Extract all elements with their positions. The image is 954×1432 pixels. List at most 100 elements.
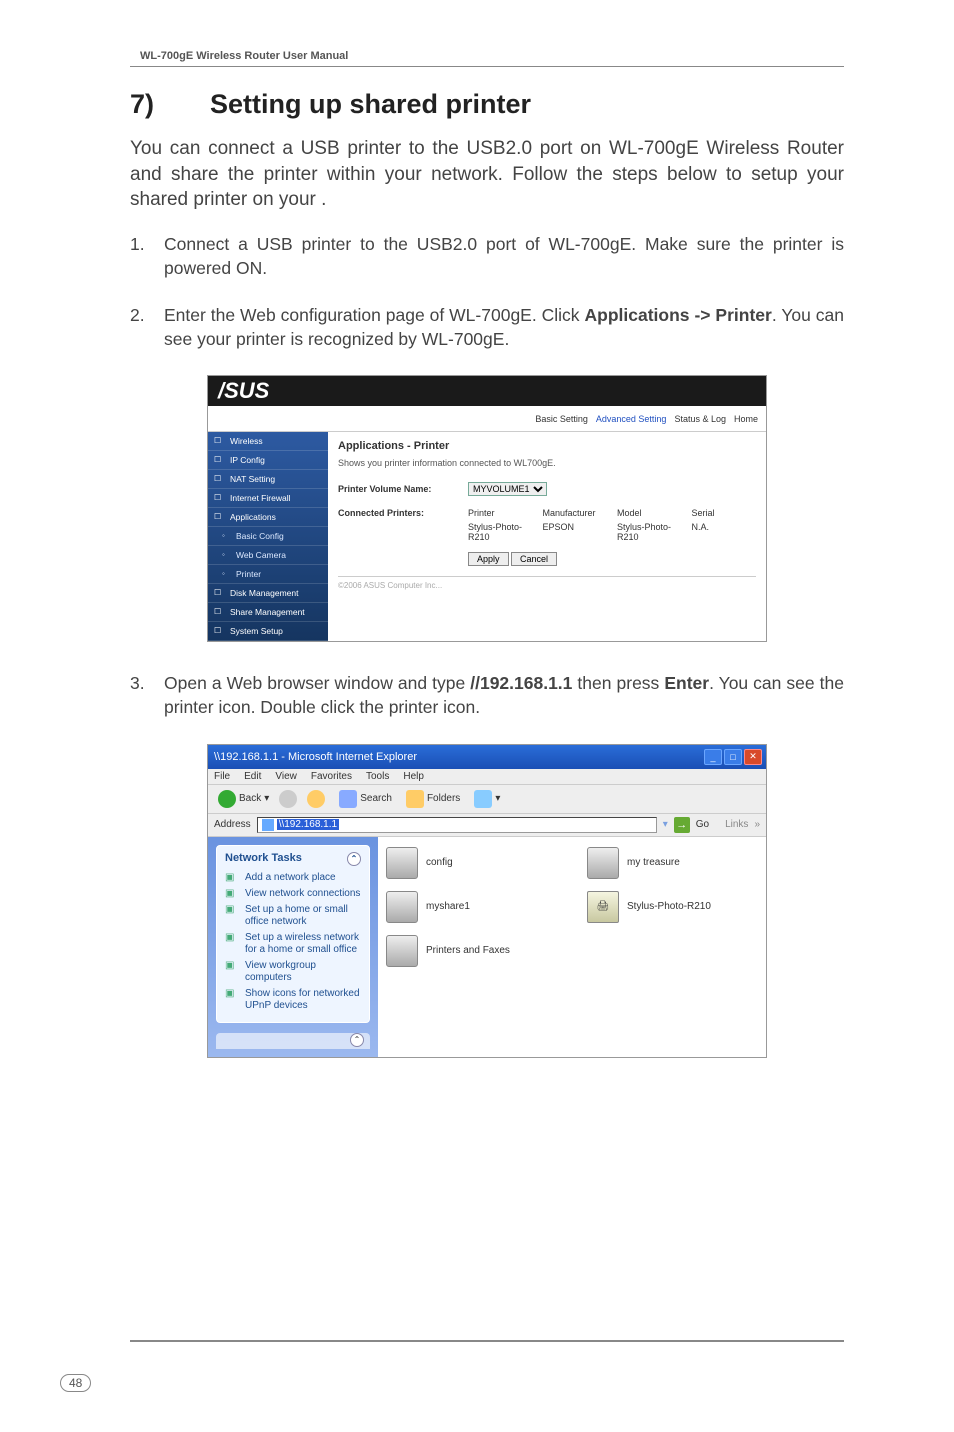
back-icon bbox=[218, 790, 236, 808]
go-button[interactable]: → bbox=[674, 817, 690, 833]
nav-status[interactable]: Status & Log bbox=[674, 414, 726, 424]
printer-stylus[interactable]: 🖨Stylus-Photo-R210 bbox=[587, 891, 758, 923]
menu-help[interactable]: Help bbox=[403, 771, 424, 782]
doc-header: WL-700gE Wireless Router User Manual bbox=[130, 50, 844, 67]
side-pane: Network Tasks ⌃ Add a network place View… bbox=[208, 837, 378, 1057]
task-view-workgroup[interactable]: View workgroup computers bbox=[225, 960, 361, 984]
step-3: Open a Web browser window and type //192… bbox=[130, 672, 844, 719]
cancel-button[interactable]: Cancel bbox=[511, 552, 557, 566]
address-label: Address bbox=[214, 819, 251, 830]
side-nat[interactable]: NAT Setting bbox=[208, 470, 328, 489]
panel-heading: Applications - Printer bbox=[338, 440, 756, 452]
toolbar: Back ▾ Search Folders ▾ bbox=[208, 785, 766, 814]
folders-icon bbox=[406, 790, 424, 808]
step3-bold-key: Enter bbox=[664, 673, 709, 693]
apply-button[interactable]: Apply bbox=[468, 552, 509, 566]
folder-up-icon bbox=[307, 790, 325, 808]
panel-title: Network Tasks bbox=[225, 852, 302, 866]
share-mytreasure[interactable]: my treasure bbox=[587, 847, 758, 879]
links-label[interactable]: Links bbox=[725, 819, 748, 830]
menu-tools[interactable]: Tools bbox=[366, 771, 389, 782]
side-ipconfig[interactable]: IP Config bbox=[208, 451, 328, 470]
printer-icon: 🖨 bbox=[587, 891, 619, 923]
cell-printer: Stylus-Photo-R210 bbox=[468, 522, 533, 542]
side-share[interactable]: Share Management bbox=[208, 603, 328, 622]
title-text: Setting up shared printer bbox=[210, 89, 531, 119]
step3-bold-address: //192.168.1.1 bbox=[470, 673, 572, 693]
close-icon[interactable]: ✕ bbox=[744, 749, 762, 765]
side-firewall[interactable]: Internet Firewall bbox=[208, 489, 328, 508]
menu-view[interactable]: View bbox=[275, 771, 297, 782]
title-number: 7) bbox=[130, 89, 210, 120]
views-button[interactable]: ▾ bbox=[470, 788, 504, 810]
side-applications[interactable]: Applications bbox=[208, 508, 328, 527]
screenshot-explorer: \\192.168.1.1 - Microsoft Internet Explo… bbox=[207, 744, 767, 1058]
up-button[interactable] bbox=[303, 788, 329, 810]
connected-label: Connected Printers: bbox=[338, 508, 458, 518]
share-icon bbox=[386, 847, 418, 879]
task-view-conn[interactable]: View network connections bbox=[225, 888, 361, 900]
computer-icon bbox=[262, 819, 274, 831]
top-nav: Basic Setting Advanced Setting Status & … bbox=[208, 406, 766, 432]
side-printer[interactable]: Printer bbox=[208, 565, 328, 584]
copyright: ©2006 ASUS Computer Inc... bbox=[338, 576, 756, 590]
page-title: 7)Setting up shared printer bbox=[130, 89, 844, 120]
printers-faxes[interactable]: Printers and Faxes bbox=[386, 935, 557, 967]
search-button[interactable]: Search bbox=[335, 788, 396, 810]
col-serial: Serial bbox=[692, 508, 757, 518]
menu-bar: File Edit View Favorites Tools Help bbox=[208, 769, 766, 785]
icon-pane: config my treasure myshare1 🖨Stylus-Phot… bbox=[378, 837, 766, 1057]
cell-model: Stylus-Photo-R210 bbox=[617, 522, 682, 542]
task-show-upnp[interactable]: Show icons for networked UPnP devices bbox=[225, 988, 361, 1012]
task-setup-wireless[interactable]: Set up a wireless network for a home or … bbox=[225, 932, 361, 956]
folders-button[interactable]: Folders bbox=[402, 788, 464, 810]
page-number: 48 bbox=[60, 1374, 91, 1392]
window-title: \\192.168.1.1 - Microsoft Internet Explo… bbox=[214, 751, 417, 763]
maximize-icon[interactable]: □ bbox=[724, 749, 742, 765]
task-setup-home[interactable]: Set up a home or small office network bbox=[225, 904, 361, 928]
steps-list: Connect a USB printer to the USB2.0 port… bbox=[130, 233, 844, 352]
go-label: Go bbox=[696, 819, 709, 830]
address-bar: Address \\192.168.1.1 ▾ → Go Links » bbox=[208, 814, 766, 837]
network-tasks-panel: Network Tasks ⌃ Add a network place View… bbox=[216, 845, 370, 1023]
share-icon bbox=[587, 847, 619, 879]
menu-file[interactable]: File bbox=[214, 771, 230, 782]
col-manufacturer: Manufacturer bbox=[543, 508, 608, 518]
col-model: Model bbox=[617, 508, 682, 518]
side-system[interactable]: System Setup bbox=[208, 622, 328, 641]
asus-logo: /SUS bbox=[208, 376, 766, 406]
task-add-place[interactable]: Add a network place bbox=[225, 872, 361, 884]
address-field[interactable]: \\192.168.1.1 bbox=[257, 817, 657, 833]
share-config[interactable]: config bbox=[386, 847, 557, 879]
cell-serial: N.A. bbox=[692, 522, 757, 542]
address-value: \\192.168.1.1 bbox=[277, 819, 339, 830]
step-2: Enter the Web configuration page of WL-7… bbox=[130, 304, 844, 351]
nav-advanced[interactable]: Advanced Setting bbox=[596, 414, 667, 424]
collapse-icon[interactable]: ⌃ bbox=[347, 852, 361, 866]
intro-paragraph: You can connect a USB printer to the USB… bbox=[130, 136, 844, 213]
forward-icon[interactable] bbox=[279, 790, 297, 808]
back-button[interactable]: Back ▾ bbox=[214, 788, 273, 810]
side-webcam[interactable]: Web Camera bbox=[208, 546, 328, 565]
search-icon bbox=[339, 790, 357, 808]
menu-favorites[interactable]: Favorites bbox=[311, 771, 352, 782]
nav-basic[interactable]: Basic Setting bbox=[535, 414, 588, 424]
other-places-panel[interactable]: ⌃ bbox=[216, 1033, 370, 1049]
minimize-icon[interactable]: _ bbox=[704, 749, 722, 765]
side-basic-config[interactable]: Basic Config bbox=[208, 527, 328, 546]
screenshot-router-config: /SUS Basic Setting Advanced Setting Stat… bbox=[207, 375, 767, 642]
side-wireless[interactable]: Wireless bbox=[208, 432, 328, 451]
volume-label: Printer Volume Name: bbox=[338, 484, 458, 494]
footer-rule bbox=[130, 1340, 844, 1342]
step-1: Connect a USB printer to the USB2.0 port… bbox=[130, 233, 844, 280]
page-footer: 48 bbox=[60, 1374, 91, 1392]
share-myshare1[interactable]: myshare1 bbox=[386, 891, 557, 923]
share-icon bbox=[386, 891, 418, 923]
col-printer: Printer bbox=[468, 508, 533, 518]
sidebar: Wireless IP Config NAT Setting Internet … bbox=[208, 432, 328, 641]
steps-list-cont: Open a Web browser window and type //192… bbox=[130, 672, 844, 719]
volume-select[interactable]: MYVOLUME1 bbox=[468, 482, 547, 496]
side-disk[interactable]: Disk Management bbox=[208, 584, 328, 603]
menu-edit[interactable]: Edit bbox=[244, 771, 261, 782]
nav-home[interactable]: Home bbox=[734, 414, 758, 424]
